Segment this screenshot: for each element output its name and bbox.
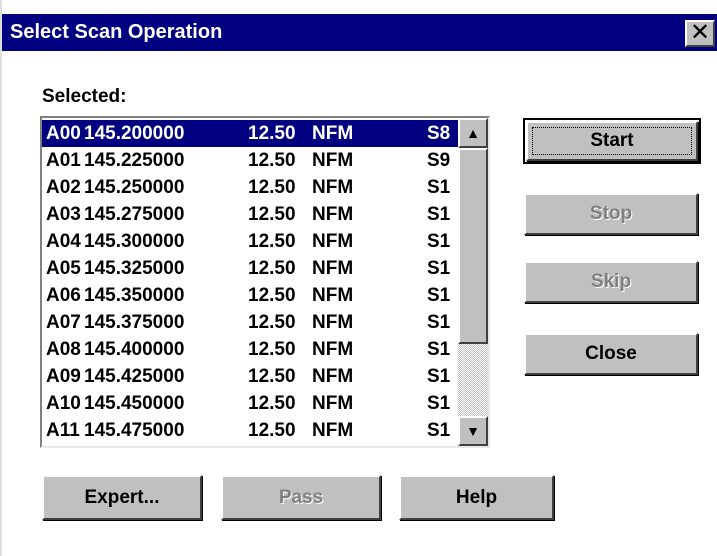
stop-button-label: Stop xyxy=(589,203,633,224)
channel-id: A08 xyxy=(46,339,81,360)
channel-id: A10 xyxy=(46,393,81,414)
channel-id: A03 xyxy=(46,204,81,225)
channel-extra: S8 xyxy=(427,123,451,144)
channel-step: 12.50 xyxy=(248,258,296,279)
channel-extra: S1 xyxy=(427,339,451,360)
list-item[interactable]: A09 145.425000 12.50 NFM S1 xyxy=(42,363,462,390)
list-item[interactable]: A04 145.300000 12.50 NFM S1 xyxy=(42,228,462,255)
channel-id: A07 xyxy=(46,312,81,333)
channel-mode: NFM xyxy=(312,177,354,198)
channel-step: 12.50 xyxy=(248,393,296,414)
channel-extra: S9 xyxy=(427,150,451,171)
channel-frequency: 145.425000 xyxy=(84,366,185,387)
channel-step: 12.50 xyxy=(248,420,296,441)
channel-frequency: 145.275000 xyxy=(84,204,185,225)
channel-id: A11 xyxy=(46,420,80,441)
channel-mode: NFM xyxy=(312,312,354,333)
selected-label: Selected: xyxy=(42,86,127,107)
skip-button[interactable]: Skip xyxy=(524,261,698,303)
channel-extra: S1 xyxy=(427,285,451,306)
expert-button[interactable]: Expert... xyxy=(42,475,202,520)
channel-step: 12.50 xyxy=(248,366,296,387)
channel-mode: NFM xyxy=(312,393,354,414)
channel-step: 12.50 xyxy=(248,123,296,144)
channel-frequency: 145.225000 xyxy=(84,150,185,171)
expert-button-label: Expert... xyxy=(84,487,160,508)
channel-step: 12.50 xyxy=(248,150,296,171)
channel-id: A04 xyxy=(46,231,81,252)
close-button-label: Close xyxy=(585,343,637,364)
channel-mode: NFM xyxy=(312,150,354,171)
list-item[interactable]: A05 145.325000 12.50 NFM S1 xyxy=(42,255,462,282)
channel-mode: NFM xyxy=(312,285,354,306)
channel-mode: NFM xyxy=(312,123,354,144)
channel-frequency: 145.325000 xyxy=(84,258,185,279)
channel-extra: S1 xyxy=(427,231,451,252)
channel-listbox[interactable]: A00 145.200000 12.50 NFM S8 A01 145.225000 12.5… xyxy=(40,116,490,448)
stop-button[interactable]: Stop xyxy=(524,193,698,235)
channel-id: A09 xyxy=(46,366,81,387)
channel-frequency: 145.400000 xyxy=(84,339,185,360)
channel-frequency: 145.350000 xyxy=(84,285,185,306)
channel-extra: S1 xyxy=(427,420,451,441)
channel-step: 12.50 xyxy=(248,177,296,198)
list-item[interactable]: A03 145.275000 12.50 NFM S1 xyxy=(42,201,462,228)
scroll-up-icon[interactable]: ▲ xyxy=(458,118,488,148)
list-item[interactable]: A10 145.450000 12.50 NFM S1 xyxy=(42,390,462,417)
close-button[interactable]: Close xyxy=(524,333,698,375)
list-item[interactable]: A01 145.225000 12.50 NFM S9 xyxy=(42,147,462,174)
channel-step: 12.50 xyxy=(248,312,296,333)
help-button[interactable]: Help xyxy=(399,475,554,520)
channel-id: A06 xyxy=(46,285,81,306)
channel-mode: NFM xyxy=(312,204,354,225)
channel-step: 12.50 xyxy=(248,285,296,306)
start-button[interactable]: Start xyxy=(523,118,701,164)
scroll-down-icon[interactable]: ▼ xyxy=(458,416,488,446)
scan-operation-dialog: Select Scan Operation ✕ Selected: A00 145… xyxy=(0,0,717,556)
channel-extra: S1 xyxy=(427,258,451,279)
channel-frequency: 145.450000 xyxy=(84,393,185,414)
channel-extra: S1 xyxy=(427,393,451,414)
channel-frequency: 145.375000 xyxy=(84,312,185,333)
help-button-label: Help xyxy=(455,487,498,508)
channel-id: A01 xyxy=(46,150,81,171)
channel-frequency: 145.250000 xyxy=(84,177,185,198)
channel-step: 12.50 xyxy=(248,204,296,225)
skip-button-label: Skip xyxy=(590,271,632,292)
list-item[interactable]: A11 145.475000 12.50 NFM S1 xyxy=(42,417,462,444)
title-bar[interactable]: Select Scan Operation ✕ xyxy=(2,14,717,51)
channel-mode: NFM xyxy=(312,420,354,441)
list-item[interactable]: A00 145.200000 12.50 NFM S8 xyxy=(42,120,462,147)
channel-id: A05 xyxy=(46,258,81,279)
vertical-scrollbar[interactable]: ▲ ▼ xyxy=(458,118,488,446)
start-button-label: Start xyxy=(590,130,634,151)
scroll-thumb[interactable] xyxy=(458,148,488,344)
channel-extra: S1 xyxy=(427,177,451,198)
channel-mode: NFM xyxy=(312,258,354,279)
channel-step: 12.50 xyxy=(248,339,296,360)
channel-step: 12.50 xyxy=(248,231,296,252)
channel-list: A00 145.200000 12.50 NFM S8 A01 145.225000 12.5… xyxy=(42,120,462,444)
channel-extra: S1 xyxy=(427,366,451,387)
close-icon[interactable]: ✕ xyxy=(685,20,715,47)
list-item[interactable]: A02 145.250000 12.50 NFM S1 xyxy=(42,174,462,201)
channel-frequency: 145.200000 xyxy=(84,123,185,144)
list-item[interactable]: A06 145.350000 12.50 NFM S1 xyxy=(42,282,462,309)
channel-frequency: 145.475000 xyxy=(84,420,185,441)
channel-extra: S1 xyxy=(427,312,451,333)
channel-id: A02 xyxy=(46,177,81,198)
channel-frequency: 145.300000 xyxy=(84,231,185,252)
channel-extra: S1 xyxy=(427,204,451,225)
list-item[interactable]: A07 145.375000 12.50 NFM S1 xyxy=(42,309,462,336)
channel-mode: NFM xyxy=(312,366,354,387)
channel-mode: NFM xyxy=(312,231,354,252)
channel-id: A00 xyxy=(46,123,81,144)
channel-mode: NFM xyxy=(312,339,354,360)
list-item[interactable]: A08 145.400000 12.50 NFM S1 xyxy=(42,336,462,363)
pass-button-label: Pass xyxy=(278,487,324,508)
window-title: Select Scan Operation xyxy=(10,21,223,43)
pass-button[interactable]: Pass xyxy=(221,475,381,520)
